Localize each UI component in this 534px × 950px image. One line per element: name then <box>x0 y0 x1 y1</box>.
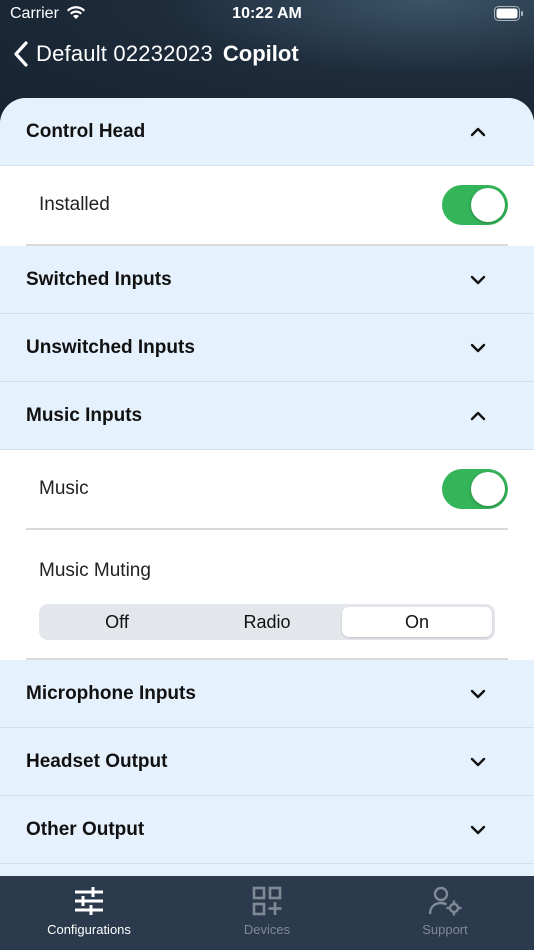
section-switched-inputs[interactable]: Switched Inputs <box>0 246 534 314</box>
section-microphone-inputs[interactable]: Microphone Inputs <box>0 660 534 728</box>
segment-off[interactable]: Off <box>42 607 192 637</box>
user-gear-icon <box>428 886 462 916</box>
back-button[interactable]: Default 02232023 <box>0 39 213 69</box>
music-muting-segmented-control: Off Radio On <box>39 604 495 640</box>
chevron-down-icon <box>470 825 486 834</box>
section-title: Unswitched Inputs <box>26 336 195 358</box>
chevron-down-icon <box>470 757 486 766</box>
status-bar: Carrier 10:22 AM <box>0 0 534 28</box>
section-title: Other Output <box>26 818 145 840</box>
battery-icon <box>494 6 523 21</box>
settings-list: Control Head Installed Switched Inputs U… <box>0 98 534 876</box>
toggle-knob <box>471 472 505 506</box>
section-music-inputs[interactable]: Music Inputs <box>0 382 534 450</box>
installed-toggle[interactable] <box>442 185 508 225</box>
qr-grid-icon <box>252 886 282 916</box>
section-control-head[interactable]: Control Head <box>0 98 534 166</box>
chevron-down-icon <box>470 275 486 284</box>
toggle-knob <box>471 188 505 222</box>
chevron-up-icon <box>470 127 486 136</box>
tab-support[interactable]: Support <box>356 876 534 950</box>
tab-devices[interactable]: Devices <box>178 876 356 950</box>
installed-row: Installed <box>26 166 508 246</box>
tab-configurations[interactable]: Configurations <box>0 876 178 950</box>
chevron-down-icon <box>470 689 486 698</box>
section-headset-output[interactable]: Headset Output <box>0 728 534 796</box>
tab-label: Devices <box>243 922 291 937</box>
tab-bar: Configurations Devices Support <box>0 876 534 950</box>
section-title: Music Inputs <box>26 404 143 426</box>
segment-radio[interactable]: Radio <box>192 607 342 637</box>
tab-label: Support <box>422 922 468 937</box>
status-time: 10:22 AM <box>232 5 302 22</box>
music-toggle[interactable] <box>442 469 508 509</box>
music-muting-row: Music Muting Off Radio On <box>26 530 508 660</box>
music-row: Music <box>26 450 508 530</box>
navigation-bar: Default 02232023 Copilot <box>0 34 534 74</box>
sliders-icon <box>75 887 103 915</box>
music-muting-label: Music Muting <box>39 560 151 581</box>
music-label: Music <box>39 478 89 499</box>
section-other-output[interactable]: Other Output <box>0 796 534 864</box>
section-partial[interactable] <box>0 864 534 876</box>
chevron-left-icon <box>14 41 28 67</box>
section-title: Switched Inputs <box>26 268 172 290</box>
chevron-up-icon <box>470 411 486 420</box>
section-title: Control Head <box>26 120 146 142</box>
installed-label: Installed <box>39 194 110 215</box>
nav-title: Default 02232023 <box>36 41 213 66</box>
segment-on[interactable]: On <box>342 607 492 637</box>
nav-subtitle: Copilot <box>222 41 299 66</box>
section-title: Microphone Inputs <box>26 682 196 704</box>
section-title: Headset Output <box>26 750 168 772</box>
chevron-down-icon <box>470 343 486 352</box>
tab-label: Configurations <box>47 922 131 937</box>
section-unswitched-inputs[interactable]: Unswitched Inputs <box>0 314 534 382</box>
